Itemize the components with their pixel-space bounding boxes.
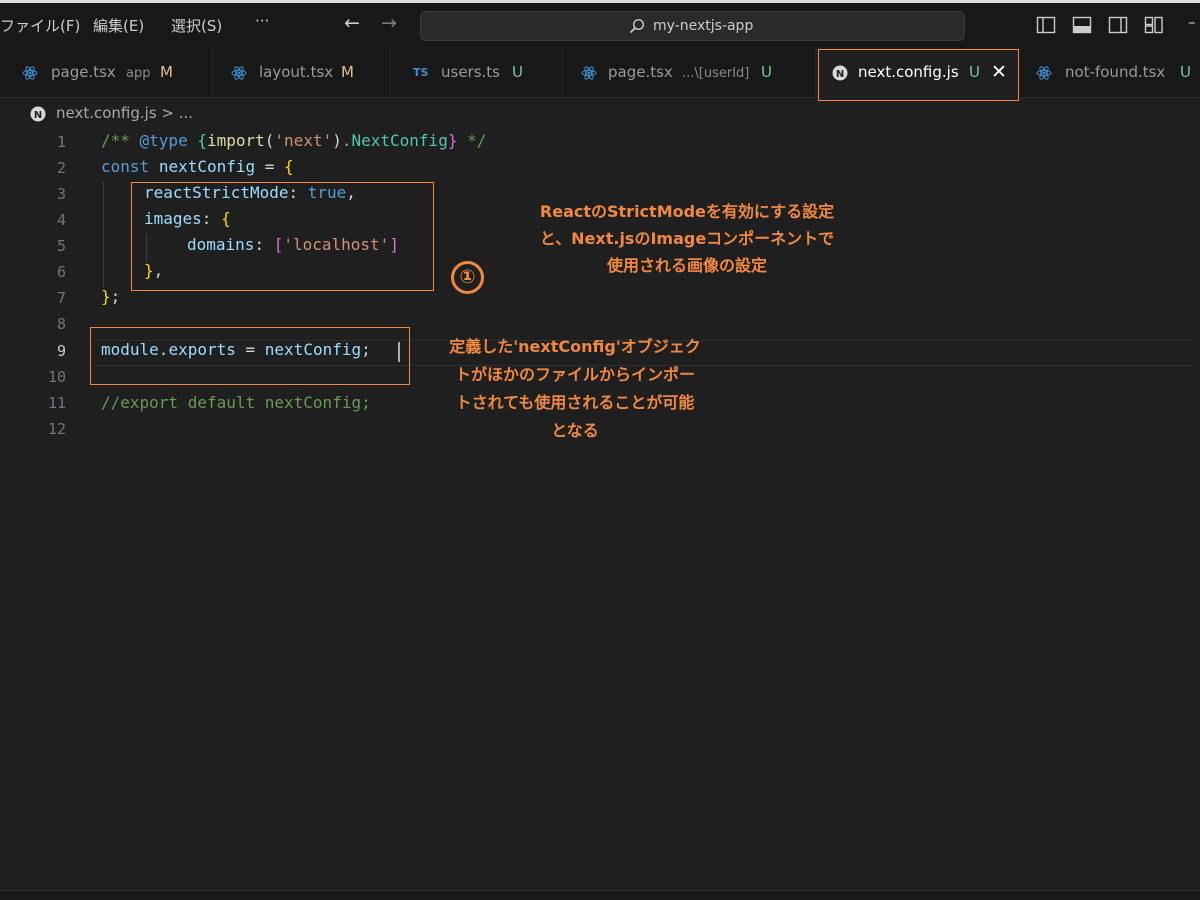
tab-description: ...\[userId] xyxy=(682,66,750,81)
menu-edit[interactable]: 編集(E) xyxy=(93,15,144,36)
tab-layout-tsx[interactable]: layout.tsx M xyxy=(213,48,391,98)
svg-text:N: N xyxy=(34,110,42,121)
line-number: 6 xyxy=(56,263,66,281)
annotation-box-config xyxy=(131,182,434,291)
annotation-note-line: となる xyxy=(551,421,599,440)
tab-label: users.ts xyxy=(441,63,500,81)
menu-file[interactable]: ファイル(F) xyxy=(0,15,80,36)
menu-more[interactable]: ··· xyxy=(255,12,269,30)
annotation-note-line: トがほかのファイルからインポー xyxy=(454,365,695,384)
tab-description: app xyxy=(126,66,151,81)
code-line-1: /** @type {import('next').NextConfig} */ xyxy=(101,131,486,150)
tab-page-tsx-userid[interactable]: page.tsx ...\[userId] U xyxy=(563,48,816,98)
annotation-number-1: ① xyxy=(451,261,484,294)
comment-token: */ xyxy=(457,131,487,150)
ts-icon: TS xyxy=(413,66,429,79)
keyword-token: const xyxy=(101,157,150,176)
back-arrow-icon[interactable]: ← xyxy=(344,12,360,34)
toggle-panel-icon[interactable] xyxy=(1072,16,1092,34)
window-minimize-button[interactable]: – xyxy=(1188,13,1196,31)
code-line-11: //export default nextConfig; xyxy=(101,393,371,412)
tab-users-ts[interactable]: TS users.ts U xyxy=(391,48,563,98)
search-text: my-nextjs-app xyxy=(653,18,754,34)
annotation-highlight-active-tab xyxy=(818,49,1019,101)
tab-git-status: U xyxy=(1180,63,1191,81)
command-center-search[interactable]: my-nextjs-app xyxy=(420,11,965,41)
line-number: 12 xyxy=(47,420,66,438)
react-icon xyxy=(581,65,597,81)
line-number: 3 xyxy=(56,185,66,203)
annotation-note-line: と、Next.jsのImageコンポーネントで xyxy=(539,229,835,248)
annotation-note-config: ReactのStrictModeを有効にする設定 と、Next.jsのImage… xyxy=(505,198,869,279)
comment-token: /** xyxy=(101,131,140,150)
line-number: 7 xyxy=(56,289,66,307)
tab-label: not-found.tsx xyxy=(1065,63,1166,81)
react-icon xyxy=(231,65,247,81)
customize-layout-icon[interactable] xyxy=(1144,16,1164,34)
tab-label: page.tsx xyxy=(51,63,116,81)
paren-token: ( xyxy=(264,131,275,150)
annotation-note-line: 定義した'nextConfig'オブジェク xyxy=(449,337,701,356)
annotation-note-exports: 定義した'nextConfig'オブジェク トがほかのファイルからインポー トさ… xyxy=(420,333,730,445)
punctuation-token: ; xyxy=(110,287,121,306)
comment-token xyxy=(188,131,198,150)
operator-token: = xyxy=(255,157,285,176)
jsdoc-tag-token: @type xyxy=(139,131,188,150)
string-token: 'next' xyxy=(274,131,333,150)
variable-token: nextConfig xyxy=(158,157,256,176)
code-line-2: const nextConfig = { xyxy=(101,157,294,176)
title-bar: ファイル(F) 編集(E) 選択(S) ··· ← → my-nextjs-ap… xyxy=(0,3,1200,48)
react-icon xyxy=(22,65,38,81)
react-icon xyxy=(1036,65,1052,81)
tab-git-status: M xyxy=(341,63,354,81)
paren-token: ) xyxy=(332,131,342,150)
panel-bottom-edge xyxy=(0,890,1200,900)
type-brace-token: { xyxy=(197,131,207,150)
annotation-note-line: トされても使用されることが可能 xyxy=(455,393,695,412)
tab-page-tsx-app[interactable]: page.tsx app M xyxy=(0,48,213,98)
toggle-primary-sidebar-icon[interactable] xyxy=(1036,16,1056,34)
editor-tab-bar: page.tsx app M layout.tsx M TS users.ts … xyxy=(0,48,1200,98)
tab-git-status: U xyxy=(512,63,523,81)
tab-label: layout.tsx xyxy=(259,63,334,81)
type-token: .NextConfig xyxy=(341,131,448,150)
line-number: 2 xyxy=(56,159,66,177)
line-number: 8 xyxy=(56,315,66,333)
comment-token: //export default nextConfig; xyxy=(101,393,371,412)
menu-selection[interactable]: 選択(S) xyxy=(171,15,222,36)
line-number: 4 xyxy=(56,211,66,229)
toggle-secondary-sidebar-icon[interactable] xyxy=(1108,16,1128,34)
bracket-token: { xyxy=(284,157,294,176)
forward-arrow-icon[interactable]: → xyxy=(381,12,397,34)
line-number: 11 xyxy=(47,394,66,412)
annotation-note-line: 使用される画像の設定 xyxy=(606,256,767,275)
tab-git-status: M xyxy=(160,63,173,81)
breadcrumb-text: next.config.js > ... xyxy=(56,104,194,122)
bracket-token: } xyxy=(101,287,111,306)
line-number-current: 9 xyxy=(56,342,66,360)
import-token: import xyxy=(206,131,265,150)
annotation-box-exports xyxy=(90,327,410,385)
line-number: 5 xyxy=(56,237,66,255)
line-number: 1 xyxy=(56,133,66,151)
search-icon xyxy=(629,18,645,34)
annotation-note-line: ReactのStrictModeを有効にする設定 xyxy=(539,202,835,221)
tab-git-status: U xyxy=(761,63,772,81)
code-line-7: }; xyxy=(101,287,120,306)
tab-label: page.tsx xyxy=(608,63,673,81)
nextjs-icon: N xyxy=(30,106,46,122)
line-number: 10 xyxy=(47,368,66,386)
tab-not-found-tsx[interactable]: not-found.tsx U xyxy=(1019,48,1200,98)
indent-guide xyxy=(103,182,104,288)
